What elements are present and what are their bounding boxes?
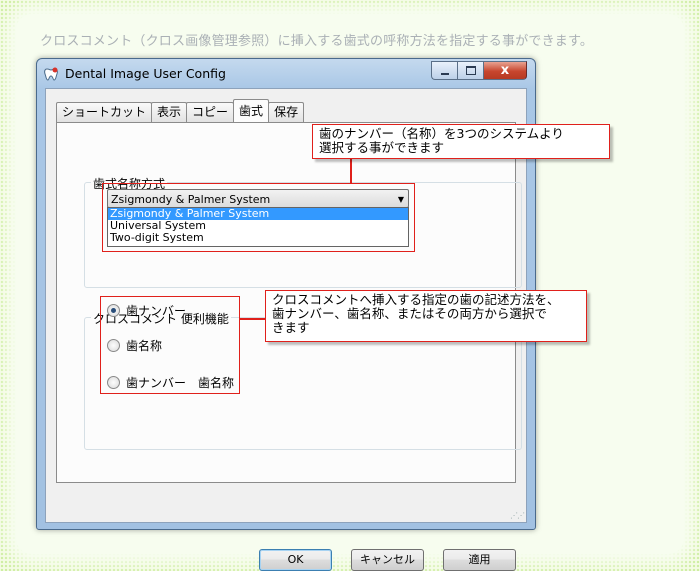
close-icon: x xyxy=(500,63,510,78)
apply-button[interactable]: 適用 xyxy=(443,549,516,571)
ok-button[interactable]: OK xyxy=(259,549,332,571)
maximize-button[interactable] xyxy=(457,61,483,80)
annotation-connector xyxy=(239,318,265,320)
tab-shortcut[interactable]: ショートカット xyxy=(56,102,153,122)
annotation-highlight-radios xyxy=(100,296,240,394)
maximize-icon xyxy=(465,66,476,75)
caption-text: クロスコメント（クロス画像管理参照）に挿入する歯式の呼称方法を指定する事ができま… xyxy=(40,34,594,49)
tab-copy[interactable]: コピー xyxy=(186,102,235,122)
callout-cross-comment: クロスコメントへ挿入する指定の歯の記述方法を、 歯ナンバー、歯名称、またはその両… xyxy=(265,290,587,342)
window-controls: x xyxy=(431,61,527,80)
minimize-button[interactable] xyxy=(431,61,457,80)
annotation-highlight-combo xyxy=(102,183,415,252)
callout-line: 歯のナンバー（名称）を3つのシステムより xyxy=(319,126,564,141)
tab-display[interactable]: 表示 xyxy=(151,102,188,122)
callout-line: 歯ナンバー、歯名称、またはその両方から選択で xyxy=(272,306,547,321)
annotation-connector xyxy=(350,158,352,183)
tab-strip: ショートカット 表示 コピー 歯式 保存 xyxy=(56,99,305,122)
title-bar[interactable]: Dental Image User Config x xyxy=(37,59,535,87)
cancel-button[interactable]: キャンセル xyxy=(351,549,424,571)
minimize-icon xyxy=(440,72,449,75)
callout-line: きます xyxy=(272,320,310,335)
callout-line: 選択する事ができます xyxy=(319,140,445,155)
tab-dental-formula[interactable]: 歯式 xyxy=(233,99,270,122)
tab-save[interactable]: 保存 xyxy=(268,102,305,122)
resize-grip-icon[interactable]: ⋰⋰ xyxy=(510,511,525,520)
callout-naming-system: 歯のナンバー（名称）を3つのシステムより 選択する事ができます xyxy=(312,124,610,159)
close-button[interactable]: x xyxy=(483,61,527,80)
window-title: Dental Image User Config xyxy=(65,66,226,81)
tooth-app-icon xyxy=(44,67,58,81)
callout-line: クロスコメントへ挿入する指定の歯の記述方法を、 xyxy=(272,292,560,307)
